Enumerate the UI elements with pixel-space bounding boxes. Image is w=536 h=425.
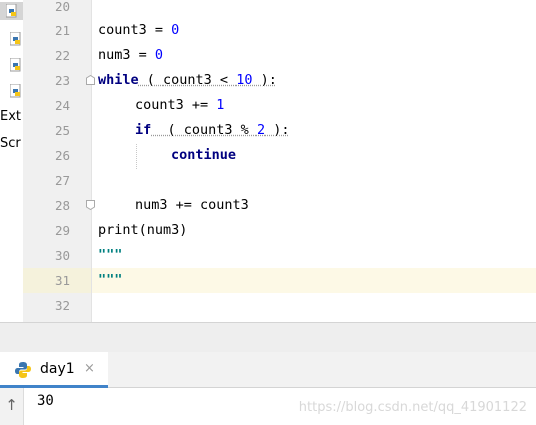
fold-marker-icon[interactable] [86, 75, 95, 85]
number-literal: 0 [154, 47, 164, 63]
current-line-highlight [92, 268, 536, 293]
operator: = [130, 47, 155, 63]
python-file-icon[interactable] [4, 30, 22, 48]
statement: num3 += count3 [135, 197, 249, 213]
code-line-23[interactable]: while ( count3 < 10 ): [98, 68, 277, 93]
code-line-26[interactable]: continue [171, 143, 236, 168]
line-number: 29 [54, 223, 70, 238]
paren-open: ( [138, 72, 164, 88]
identifier: count3 [135, 97, 184, 113]
string-literal: """ [98, 272, 123, 288]
number-literal: 10 [236, 72, 253, 88]
line-number: 20 [54, 0, 70, 14]
console-toolbar: ↑ [0, 388, 24, 425]
run-tab-label: day1 [40, 361, 75, 377]
code-line-21[interactable]: count3 = 0 [98, 18, 179, 43]
python-file-icon[interactable] [0, 2, 23, 20]
python-file-icon[interactable] [4, 56, 22, 74]
paren-close: ): [265, 122, 290, 138]
condition: count3 < [163, 72, 237, 88]
code-line-25[interactable]: if ( count3 % 2 ): [135, 118, 289, 143]
line-number: 25 [54, 123, 70, 138]
operator: += [183, 97, 217, 113]
line-number: 31 [54, 273, 70, 288]
line-number: 32 [54, 298, 70, 313]
line-number: 30 [54, 248, 70, 263]
condition: count3 % [183, 122, 257, 138]
code-line-30[interactable]: """ [98, 243, 122, 268]
number-literal: 1 [216, 97, 225, 113]
number-literal: 2 [256, 122, 266, 138]
panel-separator [0, 322, 536, 353]
code-line-29[interactable]: print(num3) [98, 218, 187, 243]
indent-guide [136, 144, 138, 169]
keyword: continue [171, 147, 237, 163]
fold-end-marker-icon[interactable] [86, 200, 95, 210]
close-icon[interactable]: × [84, 361, 95, 376]
paren-open: ( [151, 122, 184, 138]
code-line-31[interactable]: """ [98, 268, 122, 293]
project-item-ext[interactable]: Ext [0, 109, 21, 124]
line-number: 23 [54, 73, 70, 88]
identifier: count3 [98, 22, 147, 38]
project-panel: Ext Scr [0, 0, 23, 322]
console-output: 30 [37, 393, 54, 409]
identifier: num3 [98, 47, 131, 63]
statement: print(num3) [98, 222, 188, 238]
paren-close: ): [252, 72, 277, 88]
code-line-22[interactable]: num3 = 0 [98, 43, 163, 68]
run-tab-day1[interactable]: day1 × [0, 352, 108, 388]
string-literal: """ [98, 247, 123, 263]
keyword: while [98, 72, 139, 88]
number-literal: 0 [171, 22, 180, 38]
project-item-scr[interactable]: Scr [0, 136, 21, 151]
line-number: 27 [54, 173, 70, 188]
code-line-28[interactable]: num3 += count3 [135, 193, 249, 218]
line-number: 26 [54, 148, 70, 163]
keyword: if [135, 122, 152, 138]
python-logo-icon [15, 362, 31, 378]
arrow-up-icon[interactable]: ↑ [0, 396, 23, 414]
line-number: 22 [54, 48, 70, 63]
line-number: 24 [54, 98, 70, 113]
python-file-icon[interactable] [4, 82, 22, 100]
run-tab-bar: day1 × [0, 352, 536, 388]
watermark-text: https://blog.csdn.net/qq_41901122 [298, 400, 527, 415]
code-line-24[interactable]: count3 += 1 [135, 93, 224, 118]
line-number: 21 [54, 23, 70, 38]
operator: = [146, 22, 172, 38]
run-console[interactable]: ↑ 30 https://blog.csdn.net/qq_41901122 [0, 388, 536, 425]
line-number: 28 [54, 198, 70, 213]
